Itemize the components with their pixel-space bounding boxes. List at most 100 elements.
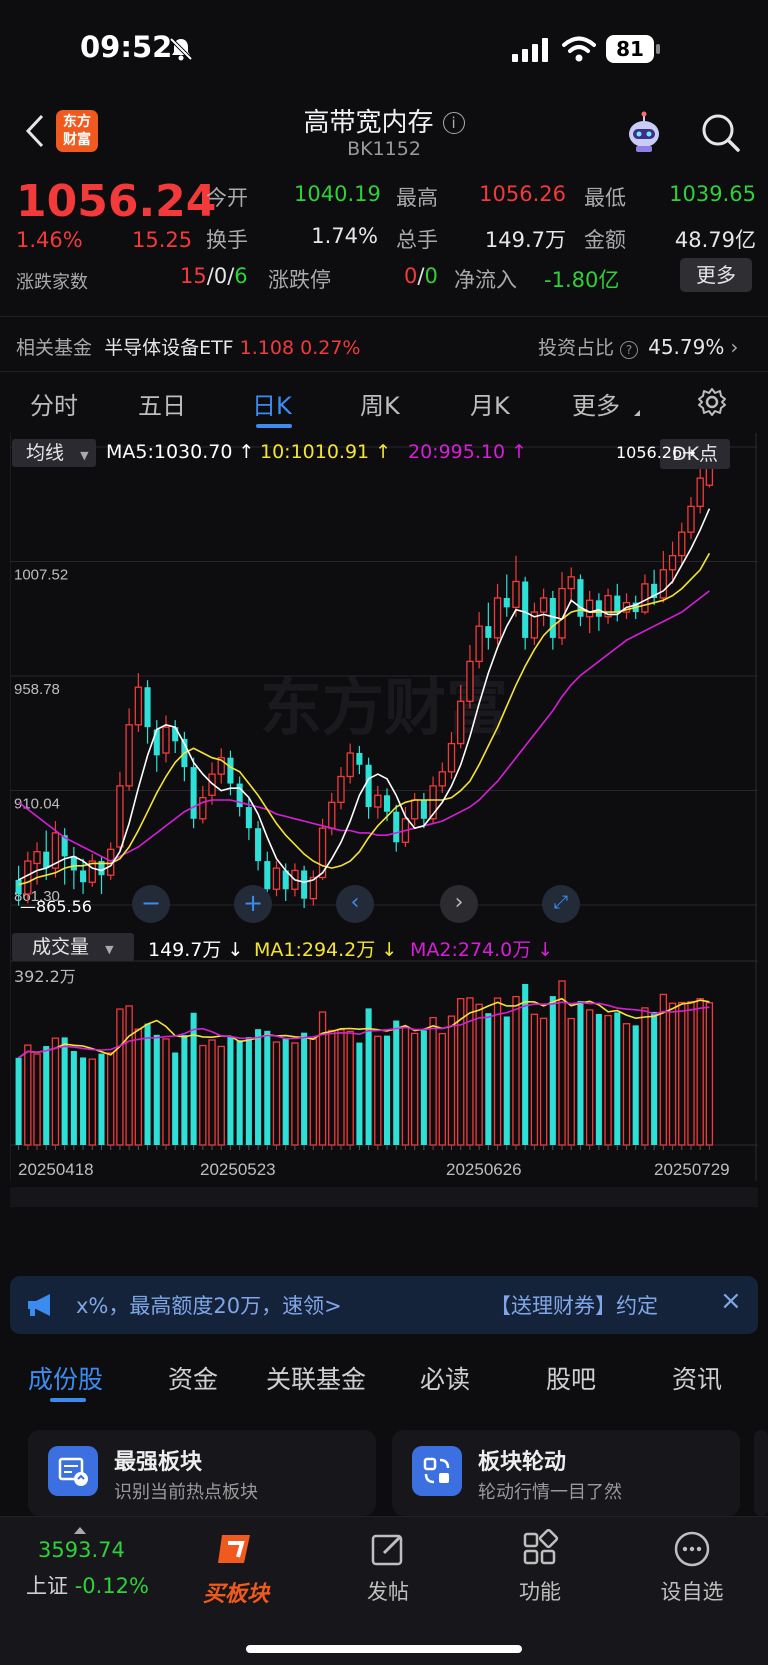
candle-body: [493, 597, 502, 639]
index-ticker[interactable]: 3593.74 上证 -0.12%: [0, 1527, 160, 1600]
volume-current: 149.7万: [148, 939, 222, 961]
volume-bar: [503, 1016, 510, 1145]
volume-bar: [539, 1017, 548, 1146]
kline-chart[interactable]: 东方财富 1056.261007.52958.78910.04861.30 20…: [10, 433, 758, 1261]
more-triangle-icon: [634, 410, 640, 416]
volume-bar: [272, 1041, 281, 1146]
high-value: 1056.26: [479, 182, 566, 206]
volume-bar: [530, 1013, 539, 1146]
turnover-value: 1.74%: [311, 224, 378, 248]
robot-assistant-icon[interactable]: [622, 110, 666, 154]
limit-down: 0: [424, 264, 438, 288]
chart-footer: [10, 1187, 758, 1207]
help-icon[interactable]: ?: [620, 341, 639, 359]
pan-right-icon[interactable]: ›: [440, 885, 478, 923]
change-value: 15.25: [132, 228, 193, 252]
volume-bar: [98, 1053, 105, 1145]
volume-bar: [374, 1035, 382, 1146]
banner-close-icon[interactable]: ×: [720, 1286, 742, 1316]
candle-body: [420, 799, 427, 819]
zoom-out-icon[interactable]: −: [132, 885, 170, 923]
candle-body: [512, 580, 520, 609]
tab-must-read[interactable]: 必读: [420, 1360, 470, 1396]
candle-body: [485, 626, 492, 638]
volume-bar: [208, 1039, 216, 1146]
pan-left-icon[interactable]: ‹: [336, 885, 374, 923]
tab-forum[interactable]: 股吧: [546, 1360, 596, 1396]
candle-body: [687, 505, 695, 533]
candle-body: [539, 597, 548, 613]
search-icon[interactable]: [700, 112, 742, 154]
candle-body: [457, 700, 465, 745]
candle-body: [190, 767, 197, 819]
tab-more[interactable]: 更多: [572, 386, 620, 421]
volume-bar: [585, 1009, 594, 1146]
card-title: 板块轮动: [478, 1450, 567, 1475]
candle-body: [162, 726, 170, 754]
fullscreen-icon[interactable]: ⤢: [542, 885, 580, 923]
volume-bar: [282, 1038, 289, 1145]
wifi-icon: [562, 36, 596, 62]
netflow-label: 净流入: [454, 268, 517, 292]
change-pct: 1.46%: [16, 228, 83, 252]
tab-monthly-k[interactable]: 月K: [470, 386, 510, 421]
card-sector-rotation[interactable]: 板块轮动 轮动行情一目了然: [392, 1430, 740, 1516]
volume-bar: [172, 1052, 179, 1145]
volume-bar: [438, 1032, 446, 1146]
edit-post-icon: [371, 1534, 403, 1566]
volume-bar: [291, 1042, 299, 1146]
tab-related-funds[interactable]: 关联基金: [266, 1360, 366, 1396]
ma10-value: 10:1010.91: [260, 441, 370, 463]
fund-price: 1.108: [239, 337, 295, 359]
date-tick-label: 20250523: [200, 1160, 276, 1179]
nav-add-watchlist[interactable]: 设自选: [632, 1529, 752, 1606]
rotation-icon: [412, 1446, 462, 1496]
tab-news[interactable]: 资讯: [672, 1360, 722, 1396]
high-tag: 1056.26→: [616, 443, 696, 462]
low-value: 1039.65: [669, 182, 756, 206]
volume-select-label: 成交量: [32, 936, 90, 958]
status-bar: 09:52 81: [0, 0, 768, 100]
kline-svg[interactable]: 东方财富 1056.261007.52958.78910.04861.30 20…: [10, 433, 758, 1261]
sep: /: [206, 264, 214, 288]
tab-funds-flow[interactable]: 资金: [168, 1360, 218, 1396]
volume-bar: [356, 1042, 363, 1145]
settings-gear-icon[interactable]: [696, 386, 728, 418]
nav-label: 发帖: [367, 1580, 409, 1604]
volume-bar: [632, 1025, 639, 1145]
volume-bar: [696, 998, 704, 1146]
tab-intraday[interactable]: 分时: [30, 386, 78, 421]
price-tick-label: 1007.52: [14, 567, 68, 584]
nav-label: 功能: [519, 1580, 561, 1604]
more-button[interactable]: 更多: [680, 258, 752, 292]
ma-select[interactable]: 均线 ▼: [12, 439, 96, 467]
nav-post[interactable]: 发帖: [328, 1529, 448, 1606]
fund-pct: 0.27%: [300, 337, 361, 359]
nav-buy-sector[interactable]: 买板块: [176, 1529, 296, 1608]
volume-bar: [659, 993, 668, 1146]
tab-active-indicator: [256, 424, 292, 428]
tab-weekly-k[interactable]: 周K: [360, 386, 400, 421]
volume-bar: [70, 1051, 77, 1145]
volume-select[interactable]: 成交量 ▼: [12, 933, 134, 961]
zoom-in-icon[interactable]: +: [234, 885, 272, 923]
info-icon[interactable]: i: [442, 112, 465, 134]
promo-banner[interactable]: x%，最高额度20万，速领> 【送理财券】约定 ×: [10, 1276, 758, 1334]
bell-muted-icon: [169, 37, 193, 61]
related-fund-row[interactable]: 相关基金 半导体设备ETF 1.108 0.27% 投资占比 ? 45.79% …: [0, 316, 768, 372]
candle-body: [264, 861, 271, 890]
ratio-value: 45.79%: [648, 335, 725, 359]
status-time: 09:52: [80, 30, 173, 64]
card-strongest-sector[interactable]: 最强板块 识别当前热点板块: [28, 1430, 376, 1516]
tab-five-day[interactable]: 五日: [138, 386, 186, 421]
candle-body: [346, 752, 354, 778]
tab-daily-k[interactable]: 日K: [252, 386, 292, 421]
breadth-flat: 0: [213, 264, 228, 288]
nav-functions[interactable]: 功能: [480, 1528, 600, 1606]
turnover-label: 换手: [206, 228, 248, 252]
volume-bar: [33, 1053, 41, 1146]
candle-body: [374, 794, 382, 808]
grid-functions-icon: [523, 1528, 559, 1565]
banner-text: x%，最高额度20万，速领>: [76, 1294, 342, 1318]
tab-constituents[interactable]: 成份股: [28, 1360, 103, 1396]
